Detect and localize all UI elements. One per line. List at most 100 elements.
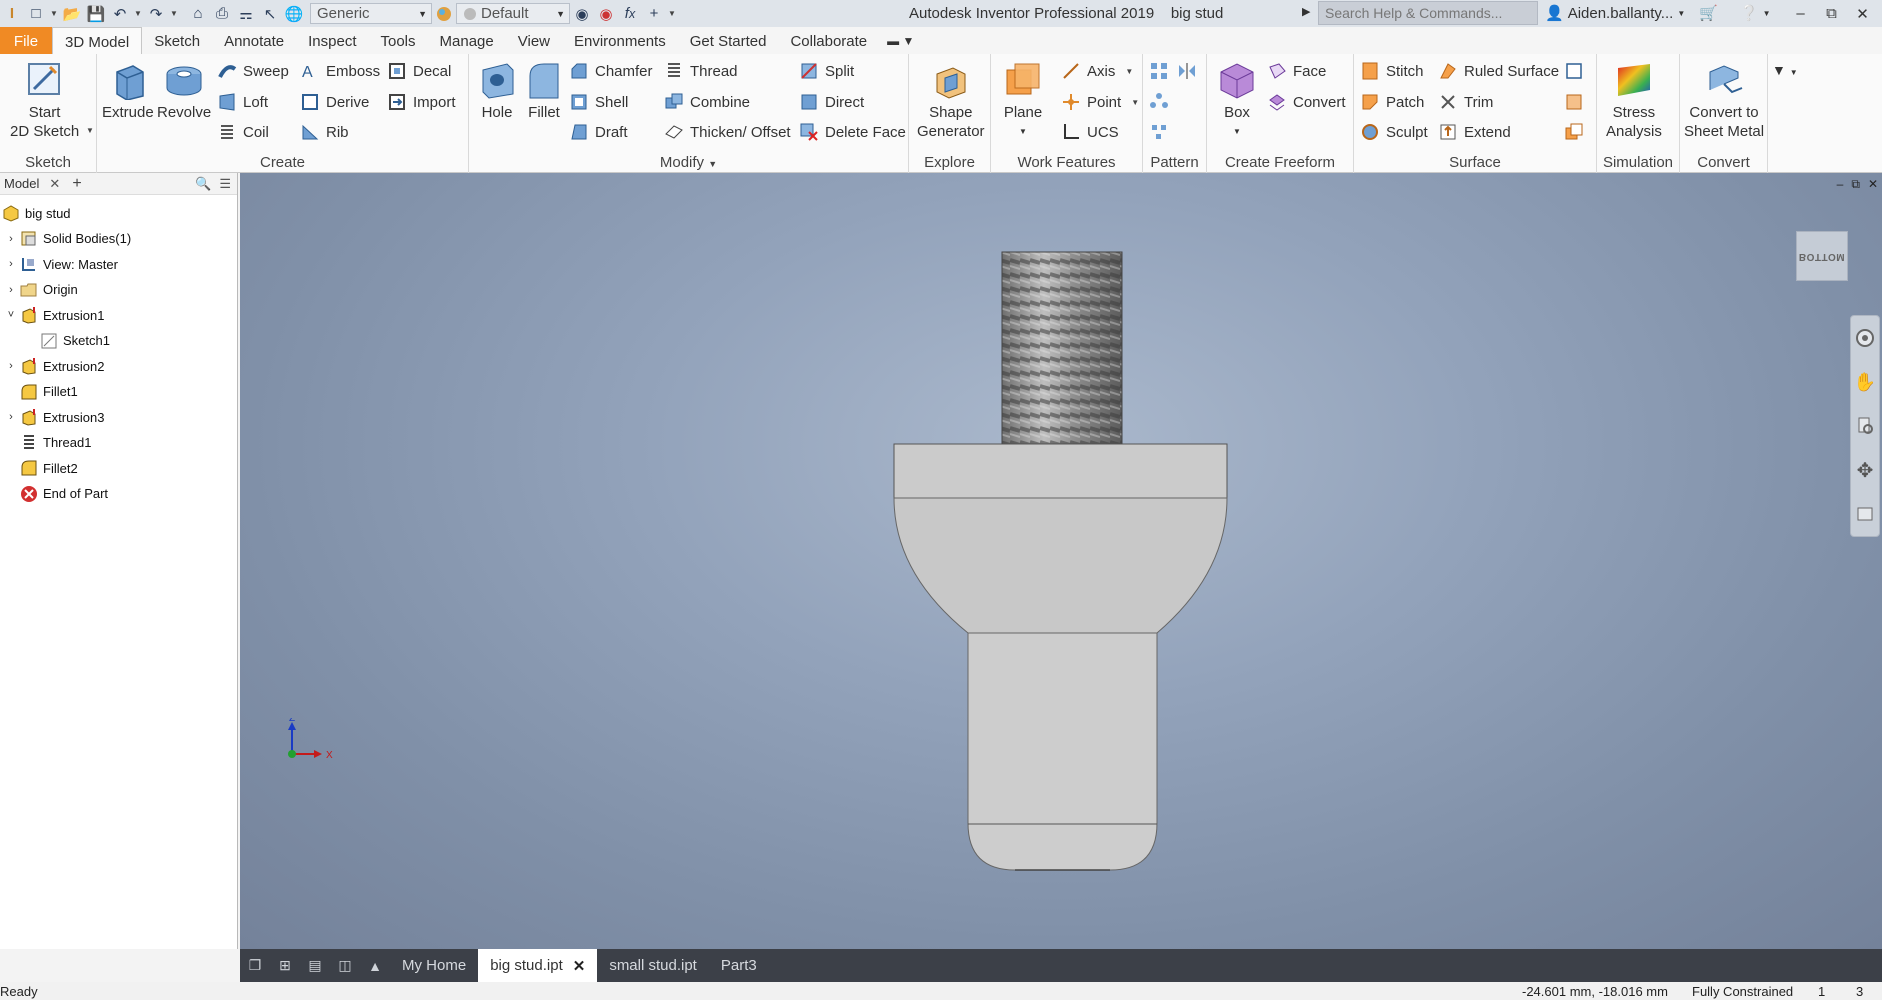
point-button[interactable]: Point ▼ — [1061, 91, 1139, 113]
tab-inspect[interactable]: Inspect — [296, 27, 368, 54]
browser-tab-model[interactable]: Model — [0, 176, 43, 191]
undo-dropdown-icon[interactable]: ▼ — [132, 9, 144, 18]
patch-button[interactable]: Patch — [1360, 91, 1424, 113]
chevron-down-icon[interactable]: ▼ — [86, 126, 94, 135]
rectangular-pattern-button[interactable] — [1149, 60, 1169, 82]
expand-toggle-icon[interactable]: › — [6, 233, 16, 245]
shell-button[interactable]: Shell — [569, 91, 628, 113]
home-icon[interactable]: ⌂ — [186, 0, 210, 27]
ruled-surface-button[interactable]: Ruled Surface — [1438, 60, 1559, 82]
combine-button[interactable]: Combine — [664, 91, 750, 113]
start-2d-sketch-button[interactable]: Start 2D Sketch — [10, 60, 79, 141]
shape-generator-button[interactable]: Shape Generator — [917, 60, 985, 141]
loft-button[interactable]: Loft — [217, 91, 268, 113]
user-account[interactable]: 👤 Aiden.ballanty... ▼ 🛒 ❔ ▼ — [1545, 4, 1771, 23]
derive-button[interactable]: Derive — [300, 91, 369, 113]
fillet-button[interactable]: Fillet — [524, 60, 564, 122]
convert-to-sheet-metal-button[interactable]: Convert to Sheet Metal — [1684, 60, 1764, 141]
inventor-logo-icon[interactable]: I — [0, 0, 24, 27]
cascade-icon[interactable]: ❐ — [240, 949, 270, 982]
extrude-button[interactable]: Extrude — [102, 60, 154, 122]
tab-annotate[interactable]: Annotate — [212, 27, 296, 54]
print-icon[interactable]: ⎙ — [210, 0, 234, 27]
adjust-appearance-icon[interactable]: ◉ — [570, 0, 594, 27]
doc-tab-my-home[interactable]: My Home — [390, 949, 478, 982]
tab-manage[interactable]: Manage — [428, 27, 506, 54]
material-combo[interactable]: Generic ▼ — [310, 3, 432, 24]
mirror-button[interactable] — [1177, 60, 1197, 82]
undo-icon[interactable]: ↶ — [108, 0, 132, 27]
tree-node[interactable]: Sketch1 — [26, 331, 110, 351]
tile-vertical-icon[interactable]: ◫ — [330, 949, 360, 982]
expand-toggle-icon[interactable]: ˅ — [6, 309, 16, 321]
save-icon[interactable]: 💾 — [84, 0, 108, 27]
select-icon[interactable]: ↖ — [258, 0, 282, 27]
close-icon[interactable]: ✕ — [573, 957, 586, 975]
tree-node[interactable]: Fillet2 — [6, 458, 78, 478]
copy-object-button[interactable] — [1564, 121, 1584, 143]
convert-button[interactable]: Convert — [1267, 91, 1346, 113]
zoom-icon[interactable] — [1851, 404, 1879, 448]
search-expand-icon[interactable]: ▶ — [1302, 5, 1310, 18]
minimize-icon[interactable]: – — [1785, 5, 1816, 22]
redo-icon[interactable]: ↷ — [144, 0, 168, 27]
tree-node[interactable]: Fillet1 — [6, 382, 78, 402]
tree-node[interactable]: ˅ Extrusion1 — [6, 305, 104, 325]
tree-node[interactable]: › Extrusion3 — [6, 407, 104, 427]
sweep-button[interactable]: Sweep — [217, 60, 289, 82]
stud-part-model[interactable] — [240, 173, 1882, 949]
tab-environments[interactable]: Environments — [562, 27, 678, 54]
expand-toggle-icon[interactable]: › — [6, 284, 16, 296]
circular-pattern-button[interactable] — [1149, 91, 1169, 113]
look-at-icon[interactable] — [1851, 492, 1879, 536]
stitch-button[interactable]: Stitch — [1360, 60, 1424, 82]
tree-node[interactable]: › Origin — [6, 280, 78, 300]
chevron-down-icon[interactable]: ▼ — [1763, 9, 1771, 18]
close-icon[interactable]: ✕ — [43, 176, 66, 192]
chamfer-button[interactable]: Chamfer — [569, 60, 653, 82]
close-icon[interactable]: ✕ — [1847, 5, 1878, 23]
tab-file[interactable]: File — [0, 27, 52, 54]
customize-dropdown-icon[interactable]: ▼ — [666, 9, 678, 18]
expand-toggle-icon[interactable]: › — [6, 360, 16, 372]
revolve-button[interactable]: Revolve — [157, 60, 211, 122]
hole-button[interactable]: Hole — [477, 60, 517, 122]
decal-button[interactable]: Decal — [387, 60, 451, 82]
expand-toggle-icon[interactable]: › — [6, 411, 16, 423]
doc-tab-small-stud[interactable]: small stud.ipt — [597, 949, 709, 982]
doc-tab-big-stud[interactable]: big stud.ipt ✕ — [478, 949, 598, 982]
add-browser-icon[interactable]: + — [66, 175, 87, 193]
new-file-icon[interactable]: □ — [24, 0, 48, 27]
tree-node[interactable]: big stud — [2, 203, 71, 223]
cart-icon[interactable]: 🛒 — [1699, 4, 1718, 22]
draft-button[interactable]: Draft — [569, 121, 628, 143]
search-input[interactable]: Search Help & Commands... — [1318, 1, 1538, 25]
box-button[interactable]: Box ▼ — [1217, 60, 1257, 141]
ribbon-display-options-icon[interactable]: ▬ ▼ — [887, 34, 914, 54]
expand-toggle-icon[interactable]: › — [6, 258, 16, 270]
restore-icon[interactable]: ⧉ — [1816, 5, 1847, 22]
help-icon[interactable]: ❔ — [1740, 4, 1759, 22]
fit-mesh-face-button[interactable] — [1564, 91, 1584, 113]
search-icon[interactable]: 🔍 — [195, 176, 211, 192]
tree-node[interactable]: End of Part — [6, 484, 108, 504]
threaded-shank[interactable] — [1001, 251, 1123, 445]
tab-get-started[interactable]: Get Started — [678, 27, 779, 54]
tab-3d-model[interactable]: 3D Model — [52, 27, 143, 54]
stress-analysis-button[interactable]: Stress Analysis — [1606, 60, 1662, 141]
tab-tools[interactable]: Tools — [369, 27, 428, 54]
redo-dropdown-icon[interactable]: ▼ — [168, 9, 180, 18]
split-button[interactable]: Split — [799, 60, 854, 82]
ucs-button[interactable]: UCS — [1061, 121, 1119, 143]
add-icon[interactable]: + — [642, 0, 666, 27]
lower-shaft[interactable] — [967, 632, 1158, 871]
tree-node[interactable]: Thread1 — [6, 433, 91, 453]
import-button[interactable]: Import — [387, 91, 456, 113]
thicken-offset-button[interactable]: Thicken/ Offset — [664, 121, 791, 143]
flange-body[interactable] — [893, 443, 1228, 634]
panel-title-modify[interactable]: Modify ▼ — [469, 154, 908, 171]
menu-icon[interactable]: ☰ — [219, 176, 231, 192]
update-icon[interactable]: ⚎ — [234, 0, 258, 27]
extend-button[interactable]: Extend — [1438, 121, 1511, 143]
tile-icon[interactable]: ⊞ — [270, 949, 300, 982]
